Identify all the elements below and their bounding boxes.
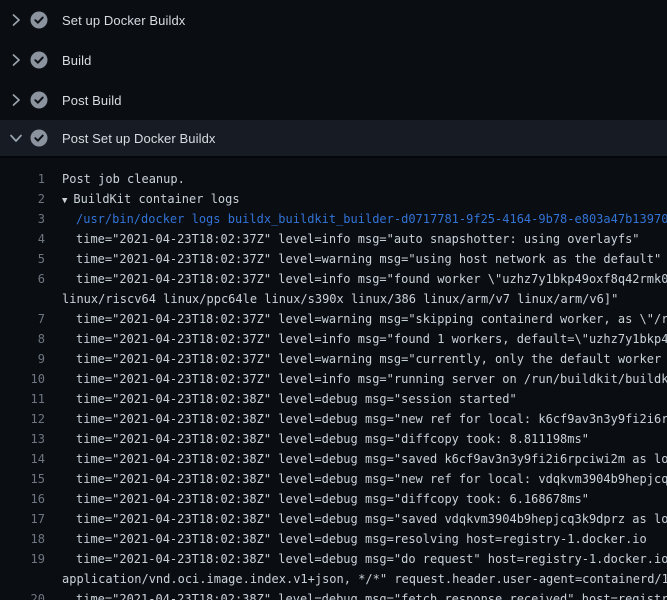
log-line-text: time="2021-04-23T18:02:37Z" level=info m… [76,369,667,389]
log-line: 1 Post job cleanup. [0,169,667,189]
log-line: 8 time="2021-04-23T18:02:37Z" level=info… [0,329,667,349]
log-line-text: time="2021-04-23T18:02:38Z" level=debug … [76,489,589,509]
step-row-post-set-up-docker-buildx[interactable]: Post Set up Docker Buildx [0,120,667,158]
log-line: 4 time="2021-04-23T18:02:37Z" level=info… [0,229,667,249]
log-line-number[interactable]: 9 [0,349,45,369]
log-line-text: time="2021-04-23T18:02:37Z" level=info m… [76,269,667,289]
log-line-text: linux/riscv64 linux/ppc64le linux/s390x … [62,289,618,309]
step-list: Set up Docker Buildx Build P [0,0,667,158]
step-label: Post Set up Docker Buildx [62,131,216,146]
log-line-number[interactable]: 16 [0,489,45,509]
check-circle-icon [30,91,48,109]
log-line-text: time="2021-04-23T18:02:38Z" level=debug … [76,509,667,529]
log-line-text: time="2021-04-23T18:02:38Z" level=debug … [76,589,667,600]
check-circle-icon [30,129,48,147]
log-line-text: time="2021-04-23T18:02:38Z" level=debug … [76,389,517,409]
log-line-number[interactable]: 15 [0,469,45,489]
log-line-number[interactable]: 2 [0,189,45,209]
log-line-number[interactable]: 17 [0,509,45,529]
log-line: 19 time="2021-04-23T18:02:38Z" level=deb… [0,549,667,569]
log-line-number[interactable]: 12 [0,409,45,429]
step-row-set-up-docker-buildx[interactable]: Set up Docker Buildx [0,0,667,40]
log-line: 13 time="2021-04-23T18:02:38Z" level=deb… [0,429,667,449]
log-line-number[interactable]: 19 [0,549,45,569]
step-label: Set up Docker Buildx [62,13,185,28]
log-line: 17 time="2021-04-23T18:02:38Z" level=deb… [0,509,667,529]
chevron-right-icon [11,13,21,27]
log-line-number[interactable]: 14 [0,449,45,469]
log-line: application/vnd.oci.image.index.v1+json,… [0,569,667,589]
log-line-number[interactable]: 11 [0,389,45,409]
log-line-text: time="2021-04-23T18:02:37Z" level=warnin… [76,249,661,269]
log-line-number[interactable]: 20 [0,589,45,600]
log-line-text: Post job cleanup. [62,169,185,189]
log-line-number[interactable]: 8 [0,329,45,349]
step-row-build[interactable]: Build [0,40,667,80]
log-line-number [0,289,45,309]
log-line-text: time="2021-04-23T18:02:38Z" level=debug … [76,409,667,429]
log-line-text: time="2021-04-23T18:02:38Z" level=debug … [76,449,667,469]
log-line-text: time="2021-04-23T18:02:38Z" level=debug … [76,469,667,489]
step-row-post-build[interactable]: Post Build [0,80,667,120]
log-line: 15 time="2021-04-23T18:02:38Z" level=deb… [0,469,667,489]
log-line: 5 time="2021-04-23T18:02:37Z" level=warn… [0,249,667,269]
log-line-number[interactable]: 4 [0,229,45,249]
check-circle-icon [30,51,48,69]
log-line: 6 time="2021-04-23T18:02:37Z" level=info… [0,269,667,289]
actions-log-viewer: Set up Docker Buildx Build P [0,0,667,600]
log-output: 1 Post job cleanup. 2 ▼ BuildKit containe… [0,158,667,600]
check-circle-icon [30,11,48,29]
log-command-text: /usr/bin/docker logs buildx_buildkit_bui… [76,209,667,229]
step-label: Build [62,53,91,68]
log-line-text: time="2021-04-23T18:02:37Z" level=info m… [76,329,667,349]
log-line: linux/riscv64 linux/ppc64le linux/s390x … [0,289,667,309]
log-line-text: ▼ BuildKit container logs [62,189,240,209]
log-line-text: time="2021-04-23T18:02:37Z" level=info m… [76,229,640,249]
log-line: 18 time="2021-04-23T18:02:38Z" level=deb… [0,529,667,549]
log-line: 10 time="2021-04-23T18:02:37Z" level=inf… [0,369,667,389]
log-line: 12 time="2021-04-23T18:02:38Z" level=deb… [0,409,667,429]
log-line-number[interactable]: 6 [0,269,45,289]
log-line-number[interactable]: 13 [0,429,45,449]
log-line-text: time="2021-04-23T18:02:37Z" level=warnin… [76,349,667,369]
log-line: 16 time="2021-04-23T18:02:38Z" level=deb… [0,489,667,509]
disclosure-triangle-icon: ▼ [62,191,67,210]
log-line-number[interactable]: 1 [0,169,45,189]
step-label: Post Build [62,93,122,108]
log-line-number[interactable]: 3 [0,209,45,229]
log-line: 9 time="2021-04-23T18:02:37Z" level=warn… [0,349,667,369]
log-line: 7 time="2021-04-23T18:02:37Z" level=warn… [0,309,667,329]
log-line-number[interactable]: 10 [0,369,45,389]
log-line: 14 time="2021-04-23T18:02:38Z" level=deb… [0,449,667,469]
log-line: 11 time="2021-04-23T18:02:38Z" level=deb… [0,389,667,409]
log-line-text: time="2021-04-23T18:02:38Z" level=debug … [76,549,667,569]
chevron-right-icon [11,53,21,67]
log-line-text: time="2021-04-23T18:02:38Z" level=debug … [76,429,589,449]
log-line-text: time="2021-04-23T18:02:37Z" level=warnin… [76,309,667,329]
log-line-text: application/vnd.oci.image.index.v1+json,… [62,569,667,589]
log-line-number[interactable]: 7 [0,309,45,329]
log-line-text: time="2021-04-23T18:02:38Z" level=debug … [76,529,647,549]
log-line-number[interactable]: 5 [0,249,45,269]
chevron-right-icon [11,93,21,107]
log-line: 3 /usr/bin/docker logs buildx_buildkit_b… [0,209,667,229]
chevron-down-icon [11,131,21,145]
log-line-number [0,569,45,589]
log-line-number[interactable]: 18 [0,529,45,549]
log-group-toggle[interactable]: 2 ▼ BuildKit container logs [0,189,667,209]
log-line: 20 time="2021-04-23T18:02:38Z" level=deb… [0,589,667,600]
log-group-title: BuildKit container logs [73,192,239,206]
